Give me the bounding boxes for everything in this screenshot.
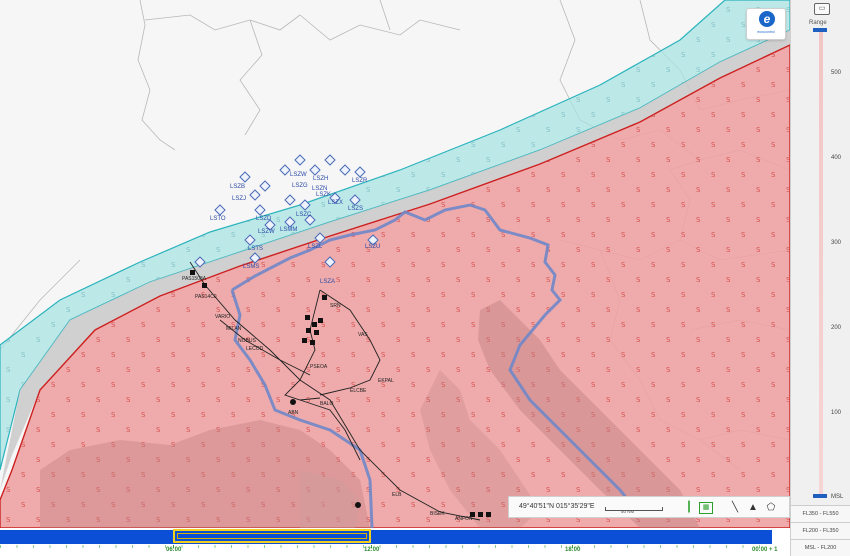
range-tick: MSL <box>831 494 844 500</box>
range-tick: 200 <box>831 325 842 331</box>
route-label: EKPAL <box>378 378 394 384</box>
airport-label: LSZB <box>230 184 245 190</box>
green-bar-icon[interactable]: ┃ <box>681 500 697 516</box>
route-label: PAS1503A <box>182 276 207 282</box>
fl-button-mid[interactable]: FL200 - FL350 <box>791 522 850 539</box>
logo-text: eurocontrol <box>757 30 775 34</box>
timeline-label: 06:00 <box>166 547 182 553</box>
fl-button-high[interactable]: FL350 - FL550 <box>791 505 850 522</box>
airport-label: LSZL <box>308 244 323 250</box>
route-label: VAS <box>358 332 368 338</box>
range-tick: 100 <box>831 410 842 416</box>
range-tick: 400 <box>831 155 842 161</box>
airport-label: LSZW <box>258 229 275 235</box>
route-label: ELCBE <box>350 388 367 394</box>
timeline-label: 18:00 <box>565 547 581 553</box>
airport-label: LSZH <box>313 176 328 182</box>
fl-button-low[interactable]: MSL - FL200 <box>791 539 850 556</box>
airport-label: LSZJ <box>232 196 246 202</box>
panel-toggle-icon[interactable]: ▭ <box>814 3 830 15</box>
range-tick: 300 <box>831 240 842 246</box>
airport-label: LSZD <box>256 216 272 222</box>
range-tick: 500 <box>831 70 842 76</box>
range-slider-bottom-handle[interactable] <box>813 494 827 498</box>
airport-label: LSZA <box>320 279 335 285</box>
route-label: NOBUS <box>238 338 256 344</box>
route-label: BALO <box>320 401 333 407</box>
route-label: MILAN <box>226 326 242 332</box>
airport-label: LSZC <box>296 212 312 218</box>
airport-label: LSZS <box>348 206 363 212</box>
airport-label: LSTS <box>248 246 263 252</box>
route-label: ELB <box>392 492 402 498</box>
route-label: ANFON <box>455 516 473 522</box>
timeline-ticks <box>0 545 772 548</box>
map-canvas[interactable]: S S S S <box>0 0 790 528</box>
coordinate-toolbar: 49°40'51"N 015°35'29"E 50 NM ┃ ▦ ╲ ▲ ⬠ <box>508 496 790 518</box>
route-label: PAS14C0 <box>195 294 217 300</box>
airport-label: LSMS <box>243 264 259 270</box>
timeline-selection-inner <box>177 533 367 539</box>
vertical-range-panel: ▭ Range 500 400 300 200 100 MSL FL350 - … <box>790 0 850 556</box>
range-label: Range <box>809 20 827 26</box>
eurocontrol-logo[interactable]: e eurocontrol <box>746 8 786 40</box>
airport-label: LSZK <box>316 192 331 198</box>
route-label: BISEK <box>430 511 445 517</box>
eurocontrol-logo-icon: e <box>759 11 775 27</box>
timeline-label: 00:00 + 1 <box>752 547 778 553</box>
route-label: ABN <box>288 410 299 416</box>
route-label: LECOD <box>246 346 264 352</box>
airport-label: LSZW <box>290 172 307 178</box>
airport-label: LSMM <box>280 227 297 233</box>
range-slider-track[interactable] <box>819 30 823 496</box>
calendar-icon[interactable]: ▦ <box>699 502 713 514</box>
timeline[interactable]: 06:00 12:00 18:00 00:00 + 1 <box>0 528 790 556</box>
airport-label: LSZG <box>292 183 308 189</box>
mountain-icon[interactable]: ▲ <box>745 500 761 516</box>
airport-label: LSTO <box>210 216 226 222</box>
airport-label: LSZX <box>328 200 343 206</box>
map-view[interactable]: S S S S <box>0 0 790 528</box>
route-label: VARIO <box>215 314 230 320</box>
route-label: PSEOA <box>310 364 328 370</box>
scale-label: 50 NM <box>621 509 635 514</box>
range-slider-top-handle[interactable] <box>813 28 827 32</box>
cursor-coordinates: 49°40'51"N 015°35'29"E <box>519 503 595 510</box>
timeline-selection-window[interactable] <box>173 529 371 543</box>
route-label: SRN <box>330 303 341 309</box>
polygon-icon[interactable]: ⬠ <box>763 500 779 516</box>
timeline-bar[interactable] <box>0 530 772 544</box>
flight-level-buttons: FL350 - FL550 FL200 - FL350 MSL - FL200 <box>791 505 850 556</box>
range-slider-fill <box>819 30 823 496</box>
airport-label: LSZU <box>365 244 380 250</box>
airport-label: LSZR <box>352 178 368 184</box>
ruler-icon[interactable]: ╲ <box>727 500 743 516</box>
timeline-label: 12:00 <box>364 547 380 553</box>
